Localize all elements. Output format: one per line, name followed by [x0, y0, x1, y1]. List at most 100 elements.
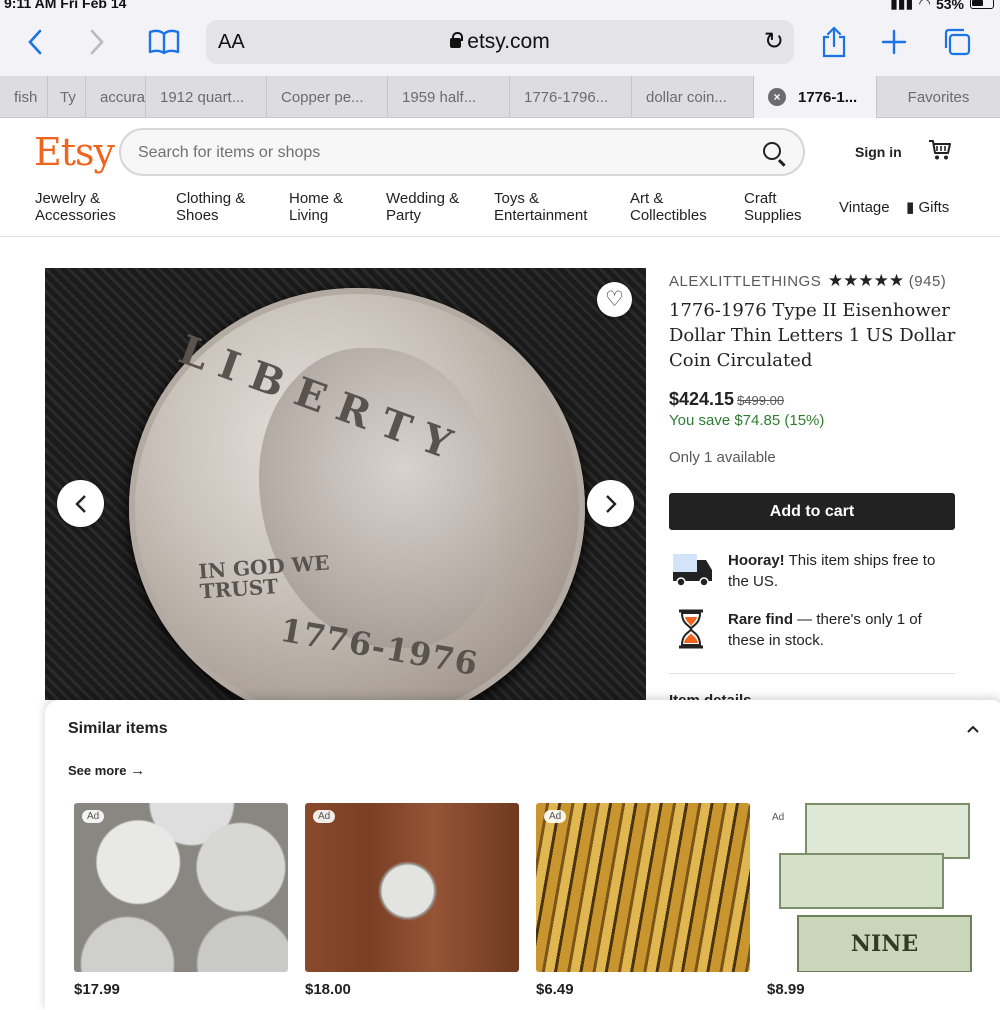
- new-tab-button[interactable]: [878, 22, 910, 62]
- shop-name[interactable]: ALEXLITTLETHINGS: [669, 273, 821, 290]
- tab-active[interactable]: × 1776-1...: [754, 76, 877, 118]
- reload-icon[interactable]: ↻: [764, 27, 784, 56]
- category-label: Vintage: [839, 199, 890, 216]
- sign-in-link[interactable]: Sign in: [855, 144, 902, 160]
- chevron-right-icon: [90, 29, 104, 55]
- item-thumbnail: Ad: [305, 803, 519, 972]
- tabs-icon: [944, 28, 971, 56]
- see-more-link[interactable]: See more →: [68, 762, 145, 779]
- tab[interactable]: dollar coin...: [632, 76, 754, 118]
- tab[interactable]: 1959 half...: [388, 76, 510, 118]
- hourglass-icon: [679, 609, 703, 649]
- battery-percent: 53%: [935, 0, 964, 12]
- tab[interactable]: Ty: [48, 76, 86, 118]
- next-image-button[interactable]: [587, 480, 634, 527]
- ad-badge: Ad: [767, 811, 790, 824]
- coin-image: LIBERTY IN GOD WE TRUST 1776-1976: [129, 288, 585, 700]
- ad-badge: Ad: [544, 810, 567, 823]
- add-to-cart-button[interactable]: Add to cart: [669, 493, 955, 530]
- listing-image[interactable]: LIBERTY IN GOD WE TRUST 1776-1976: [45, 268, 646, 700]
- tab[interactable]: 1912 quart...: [146, 76, 267, 118]
- tab[interactable]: Copper pe...: [267, 76, 388, 118]
- cart-icon: [929, 140, 951, 160]
- search-placeholder: Search for items or shops: [138, 144, 321, 161]
- tab-label: 1776-1796...: [524, 88, 609, 106]
- review-count[interactable]: (945): [909, 273, 947, 290]
- category-label: Accessories: [35, 207, 116, 224]
- availability-text: Only 1 available: [669, 449, 776, 466]
- tabs-overview-button[interactable]: [940, 22, 974, 62]
- wifi-icon: ◠: [919, 0, 930, 11]
- category-clothing[interactable]: Clothing & Shoes: [176, 190, 245, 224]
- forward-button[interactable]: [82, 22, 112, 62]
- item-price: $17.99: [74, 981, 120, 998]
- similar-items-heading: Similar items: [68, 720, 168, 737]
- perk-text: Hooray! This item ships free to the US.: [728, 550, 958, 592]
- similar-item-card[interactable]: Ad $6.49: [536, 803, 750, 998]
- category-gifts[interactable]: ▮ Gifts: [906, 199, 949, 216]
- category-label: Wedding &: [386, 190, 460, 207]
- shop-info: ALEXLITTLETHINGS ★★★★★ (945): [669, 271, 946, 291]
- chevron-left-icon: [28, 29, 42, 55]
- collapse-button[interactable]: [967, 720, 979, 736]
- domain-text: etsy.com: [467, 30, 550, 53]
- lock-icon: [450, 32, 464, 48]
- category-label: Supplies: [744, 207, 802, 224]
- close-tab-icon[interactable]: ×: [768, 88, 786, 106]
- category-vintage[interactable]: Vintage: [839, 199, 890, 216]
- search-icon[interactable]: [763, 142, 781, 160]
- ad-badge: Ad: [82, 810, 105, 823]
- listing-title: 1776-1976 Type II Eisenhower Dollar Thin…: [669, 300, 956, 371]
- bookmarks-button[interactable]: [146, 22, 182, 62]
- see-more-label: See more: [68, 763, 127, 778]
- tab-favorites[interactable]: Favorites: [877, 76, 1000, 118]
- category-home[interactable]: Home & Living: [289, 190, 343, 224]
- cart-button[interactable]: [928, 138, 952, 169]
- tab[interactable]: accura: [86, 76, 146, 118]
- url-bar[interactable]: AA etsy.com ↻: [206, 20, 794, 64]
- category-toys[interactable]: Toys & Entertainment: [494, 190, 587, 224]
- status-bar: 9:11 AM Fri Feb 14 ▮▮▮ ◠ 53%: [0, 0, 1000, 12]
- category-jewelry[interactable]: Jewelry & Accessories: [35, 190, 116, 224]
- category-label: Home &: [289, 190, 344, 207]
- similar-item-card[interactable]: NINE Ad $8.99: [767, 803, 981, 998]
- perk-bold: Rare find: [728, 611, 794, 628]
- tab-label: Ty: [60, 88, 76, 106]
- dollar-bill-image: [805, 803, 970, 859]
- item-thumbnail: NINE Ad: [767, 803, 981, 972]
- tab[interactable]: 1776-1796...: [510, 76, 632, 118]
- etsy-logo[interactable]: Etsy: [34, 130, 115, 174]
- share-button[interactable]: [818, 22, 850, 62]
- status-right: ▮▮▮ ◠ 53%: [890, 0, 994, 12]
- category-label: Collectibles: [630, 207, 707, 224]
- similar-item-card[interactable]: Ad $18.00: [305, 803, 519, 998]
- heart-icon: ♡: [605, 288, 624, 311]
- search-bar[interactable]: Search for items or shops: [119, 128, 805, 176]
- back-button[interactable]: [20, 22, 50, 62]
- favorite-button[interactable]: ♡: [597, 282, 632, 317]
- category-art[interactable]: Art & Collectibles: [630, 190, 707, 224]
- category-label: Living: [289, 207, 329, 224]
- category-label: Party: [386, 207, 422, 224]
- category-nav: Jewelry & Accessories Clothing & Shoes Hom…: [35, 190, 975, 230]
- browser-toolbar: AA etsy.com ↻: [0, 12, 1000, 76]
- tab[interactable]: fish: [0, 76, 48, 118]
- tab-label: Favorites: [907, 88, 970, 106]
- item-price: $18.00: [305, 981, 351, 998]
- savings-text: You save $74.85 (15%): [669, 412, 825, 429]
- category-wedding[interactable]: Wedding & Party: [386, 190, 459, 224]
- category-label: Craft: [744, 190, 777, 207]
- item-price: $6.49: [536, 981, 574, 998]
- ad-badge: Ad: [313, 810, 336, 823]
- dollar-bill-image: [779, 853, 944, 909]
- category-craft[interactable]: Craft Supplies: [744, 190, 802, 224]
- header-divider: [0, 236, 1000, 237]
- similar-items-sheet: Similar items See more → Ad $17.99 Ad $1…: [45, 700, 1000, 1010]
- tab-label: 1776-1...: [798, 88, 858, 106]
- category-label: Clothing &: [176, 190, 246, 207]
- previous-image-button[interactable]: [57, 480, 104, 527]
- similar-item-card[interactable]: Ad $17.99: [74, 803, 288, 998]
- status-time: 9:11 AM Fri Feb 14: [4, 0, 127, 11]
- chevron-right-icon: [605, 494, 617, 513]
- category-label: Gifts: [918, 199, 950, 216]
